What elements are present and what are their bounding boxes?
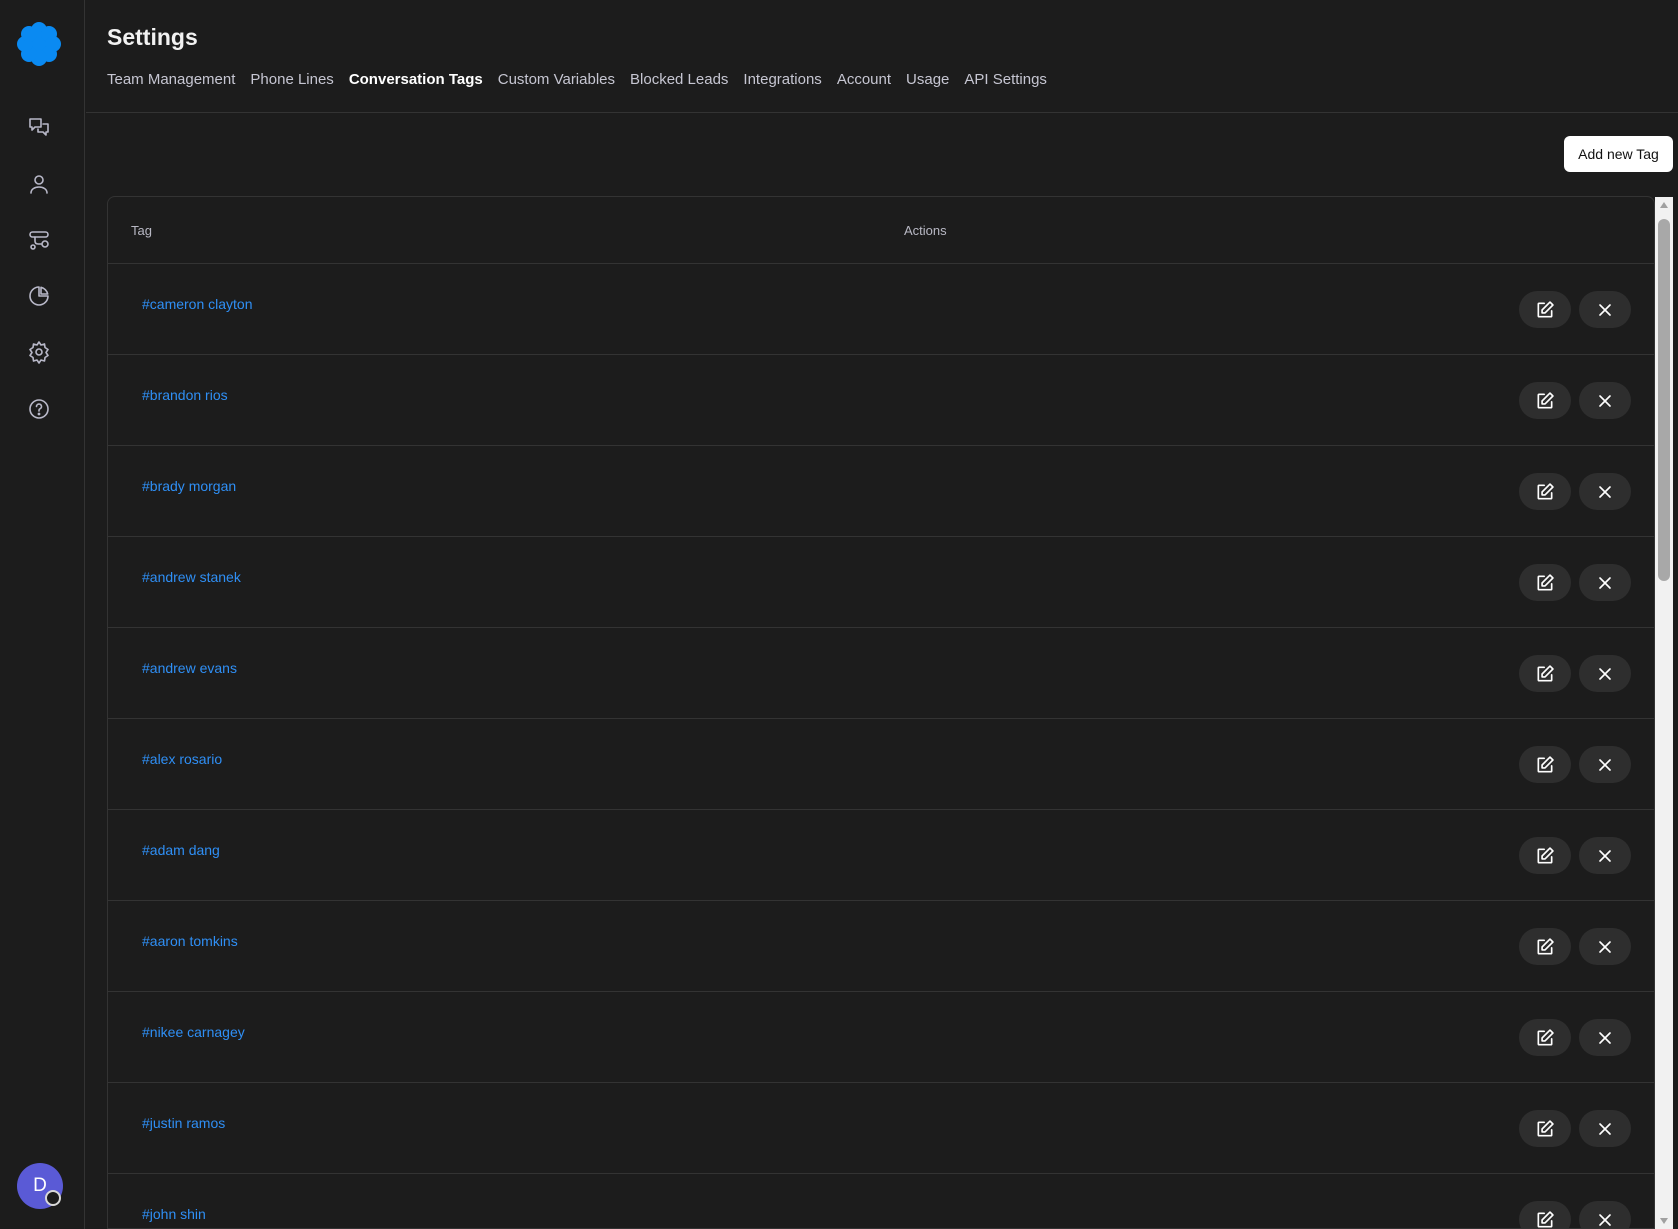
delete-tag-button[interactable] [1579,564,1631,601]
column-header-tag: Tag [131,223,152,238]
edit-tag-button[interactable] [1519,473,1571,510]
app-root: D Settings Team Management Phone Lines C… [0,0,1678,1229]
tab-team-management[interactable]: Team Management [107,71,235,88]
table-row: #justin ramos [108,1083,1654,1174]
settings-icon[interactable] [25,338,53,366]
help-icon[interactable] [25,395,53,423]
tags-table: Tag Actions #cameron clayton #brandon ri… [107,196,1655,1229]
delete-tag-button[interactable] [1579,1110,1631,1147]
table-scrollbar[interactable] [1655,197,1673,1229]
status-indicator [45,1190,61,1206]
edit-tag-button[interactable] [1519,382,1571,419]
table-row: #adam dang [108,810,1654,901]
edit-icon [1537,1210,1554,1227]
tab-api-settings[interactable]: API Settings [964,71,1047,88]
edit-icon [1537,573,1554,590]
edit-tag-button[interactable] [1519,1110,1571,1147]
settings-tabs: Team Management Phone Lines Conversation… [107,71,1062,88]
add-new-tag-button[interactable]: Add new Tag [1564,136,1673,172]
tab-account[interactable]: Account [837,71,891,88]
delete-tag-button[interactable] [1579,473,1631,510]
close-icon [1599,303,1611,316]
table-row: #aaron tomkins [108,901,1654,992]
contacts-icon[interactable] [25,170,53,198]
table-row: #brady morgan [108,446,1654,537]
close-icon [1599,758,1611,771]
tag-name[interactable]: #cameron clayton [142,296,253,312]
column-header-actions: Actions [904,223,947,238]
edit-icon [1537,1119,1554,1136]
edit-icon [1537,1028,1554,1045]
edit-icon [1537,300,1554,317]
tag-name[interactable]: #aaron tomkins [142,933,238,949]
edit-tag-button[interactable] [1519,746,1571,783]
delete-tag-button[interactable] [1579,291,1631,328]
table-row: #andrew stanek [108,537,1654,628]
delete-tag-button[interactable] [1579,928,1631,965]
settings-header: Settings Team Management Phone Lines Con… [86,0,1678,113]
workflows-icon[interactable] [25,226,53,254]
delete-tag-button[interactable] [1579,655,1631,692]
delete-tag-button[interactable] [1579,746,1631,783]
tag-name[interactable]: #andrew stanek [142,569,241,585]
tag-name[interactable]: #brandon rios [142,387,228,403]
table-header: Tag Actions [108,197,1654,264]
tag-name[interactable]: #john shin [142,1206,206,1222]
tab-blocked-leads[interactable]: Blocked Leads [630,71,728,88]
edit-tag-button[interactable] [1519,655,1571,692]
table-row: #cameron clayton [108,264,1654,355]
page-title: Settings [107,24,198,50]
conversations-icon[interactable] [25,113,53,141]
edit-tag-button[interactable] [1519,291,1571,328]
tab-conversation-tags[interactable]: Conversation Tags [349,71,483,88]
table-row: #brandon rios [108,355,1654,446]
close-icon [1599,940,1611,953]
sidebar: D [0,0,85,1229]
tag-name[interactable]: #nikee carnagey [142,1024,245,1040]
tab-custom-variables[interactable]: Custom Variables [498,71,615,88]
tab-integrations[interactable]: Integrations [743,71,821,88]
close-icon [1599,1122,1611,1135]
close-icon [1599,394,1611,407]
tag-name[interactable]: #brady morgan [142,478,236,494]
edit-tag-button[interactable] [1519,1019,1571,1056]
edit-icon [1537,664,1554,681]
tag-name[interactable]: #andrew evans [142,660,237,676]
brand-logo-icon[interactable] [16,21,62,67]
close-icon [1599,485,1611,498]
edit-tag-button[interactable] [1519,928,1571,965]
table-row: #nikee carnagey [108,992,1654,1083]
close-icon [1599,849,1611,862]
delete-tag-button[interactable] [1579,1019,1631,1056]
tab-usage[interactable]: Usage [906,71,949,88]
table-row: #andrew evans [108,628,1654,719]
close-icon [1599,667,1611,680]
delete-tag-button[interactable] [1579,837,1631,874]
scroll-down-arrow[interactable] [1655,1213,1673,1229]
close-icon [1599,1213,1611,1226]
edit-icon [1537,846,1554,863]
delete-tag-button[interactable] [1579,1201,1631,1228]
scroll-thumb[interactable] [1658,219,1670,581]
triangle-down-icon [1660,1218,1668,1224]
edit-icon [1537,482,1554,499]
analytics-icon[interactable] [25,282,53,310]
edit-icon [1537,755,1554,772]
table-row: #alex rosario [108,719,1654,810]
edit-icon [1537,391,1554,408]
tag-name[interactable]: #adam dang [142,842,220,858]
triangle-up-icon [1660,202,1668,208]
scroll-up-arrow[interactable] [1655,197,1673,213]
close-icon [1599,576,1611,589]
edit-tag-button[interactable] [1519,1201,1571,1228]
edit-icon [1537,937,1554,954]
table-row: #john shin [108,1174,1654,1228]
edit-tag-button[interactable] [1519,564,1571,601]
edit-tag-button[interactable] [1519,837,1571,874]
tag-name[interactable]: #alex rosario [142,751,222,767]
tab-phone-lines[interactable]: Phone Lines [250,71,333,88]
tag-name[interactable]: #justin ramos [142,1115,225,1131]
close-icon [1599,1031,1611,1044]
delete-tag-button[interactable] [1579,382,1631,419]
